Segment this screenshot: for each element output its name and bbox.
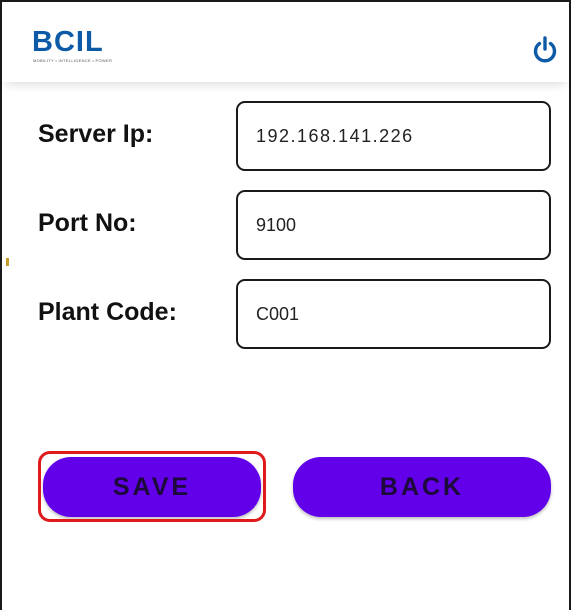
plant-code-label: Plant Code:: [38, 298, 177, 326]
port-no-label: Port No:: [38, 209, 137, 237]
plant-code-field[interactable]: [236, 279, 551, 349]
power-button[interactable]: [528, 33, 562, 67]
power-icon: [533, 36, 557, 63]
bcil-logo: BCIL MOBILITY • INTELLIGENCE • POWER: [32, 26, 142, 70]
edge-marker: [6, 258, 9, 266]
server-ip-label: Server Ip:: [38, 120, 154, 148]
server-ip-field[interactable]: [236, 101, 551, 171]
logo-text: BCIL: [32, 26, 104, 58]
logo-tagline: MOBILITY • INTELLIGENCE • POWER: [33, 58, 113, 63]
back-button[interactable]: BACK: [293, 457, 551, 517]
app-header: BCIL MOBILITY • INTELLIGENCE • POWER: [2, 2, 569, 82]
save-button-highlight: [38, 451, 266, 522]
port-no-field[interactable]: [236, 190, 551, 260]
